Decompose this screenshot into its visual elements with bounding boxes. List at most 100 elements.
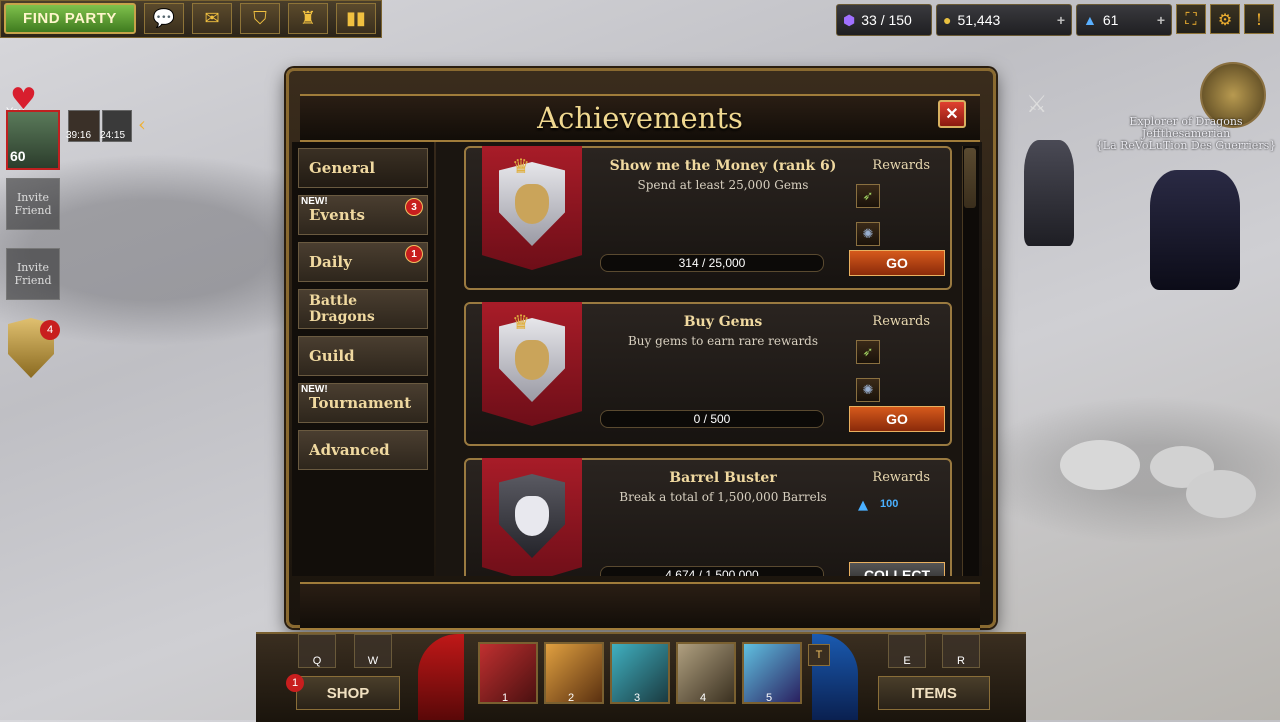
collect-button[interactable]: COLLECT (849, 562, 945, 576)
add-gold-button[interactable]: + (1057, 12, 1065, 28)
shop-label: SHOP (326, 684, 370, 702)
medallion-reward-icon[interactable]: ✺ (856, 378, 880, 402)
skill-number: 4 (700, 692, 707, 704)
progress-text: 4,674 / 1,500,000 (665, 568, 759, 576)
collapse-arrow-icon[interactable]: ‹ (138, 112, 146, 136)
horn-reward-icon[interactable]: ➶ (856, 184, 880, 208)
tab-label: Battle Dragons (309, 293, 375, 325)
list-scrollbar[interactable] (962, 146, 979, 576)
hero-icon[interactable]: ♜ (288, 3, 328, 34)
fullscreen-icon[interactable]: ⛶ (1176, 4, 1206, 34)
quickslot-w[interactable]: W (354, 634, 392, 668)
gold-counter: ● 51,443 + (936, 4, 1072, 36)
invite-friend-button[interactable]: Invite Friend (6, 248, 60, 300)
hotkey-label: E (903, 655, 911, 667)
progress-bar: 0 / 500 (600, 410, 824, 428)
npc-character[interactable] (1024, 140, 1074, 246)
shop-badge: 1 (286, 674, 304, 692)
dialog-title: Achievements (537, 101, 743, 135)
crossed-swords-icon[interactable]: ⚔ (1026, 90, 1048, 118)
gem-reward-icon[interactable]: ▲ (852, 494, 874, 516)
rewards-label: Rewards (872, 470, 930, 485)
new-label: NEW! (301, 196, 328, 207)
tab-label: General (309, 159, 376, 177)
guild-icon[interactable]: ⛉ (240, 3, 280, 34)
gold-value: 51,443 (957, 12, 1001, 28)
go-button[interactable]: GO (849, 250, 945, 276)
skill-number: 2 (568, 692, 575, 704)
items-label: ITEMS (911, 684, 957, 702)
skill-slot-3[interactable]: 3 (610, 642, 670, 704)
tab-label: Tournament (309, 394, 412, 412)
find-party-button[interactable]: FIND PARTY (4, 3, 136, 34)
settings-gear-icon[interactable]: ⚙ (1210, 4, 1240, 34)
tab-guild[interactable]: Guild (298, 336, 428, 376)
achievement-title: Barrel Buster (669, 470, 777, 486)
crown-icon: ♛ (512, 154, 530, 178)
achievement-card: ♛ Show me the Money (rank 6) Spend at le… (464, 146, 952, 290)
skill-slot-2[interactable]: 2 (544, 642, 604, 704)
snow-rock (1060, 440, 1140, 490)
tab-label: Guild (309, 347, 355, 365)
mail-icon[interactable]: ✉ (192, 3, 232, 34)
gems-value: 61 (1102, 12, 1119, 28)
shop-button[interactable]: SHOP (296, 676, 400, 710)
skill-slot-4[interactable]: 4 (676, 642, 736, 704)
invite-friend-button[interactable]: Invite Friend (6, 178, 60, 230)
progress-text: 0 / 500 (693, 412, 731, 426)
buff1-timer: 39:16 (66, 130, 92, 141)
progress-bar: 314 / 25,000 (600, 254, 824, 272)
notification-badge: 1 (405, 245, 423, 263)
player-level: 60 (10, 148, 26, 164)
achievement-title: Buy Gems (683, 314, 763, 330)
notification-badge: 3 (405, 198, 423, 216)
hotkey-label: R (957, 655, 965, 667)
rewards-label: Rewards (872, 158, 930, 173)
tab-tournament[interactable]: NEW! Tournament (298, 383, 428, 423)
quickslot-r[interactable]: R (942, 634, 980, 668)
energy-value: 33 / 150 (861, 12, 912, 28)
hotkey-label: Q (312, 655, 322, 667)
leaderboard-icon[interactable]: ▮▮ (336, 3, 376, 34)
alert-icon[interactable]: ! (1244, 4, 1274, 34)
hotkey-label: W (367, 655, 379, 667)
tab-label: Advanced (309, 441, 390, 459)
achievement-list: ♛ Show me the Money (rank 6) Spend at le… (436, 142, 982, 576)
progress-bar: 4,674 / 1,500,000 (600, 566, 824, 576)
tab-general[interactable]: General (298, 148, 428, 188)
lion-emblem (515, 340, 549, 380)
items-button[interactable]: ITEMS (878, 676, 990, 710)
achievement-description: Spend at least 25,000 Gems (637, 178, 809, 192)
tab-battle-dragons[interactable]: Battle Dragons (298, 289, 428, 329)
gem-reward-amount: 100 (880, 498, 899, 510)
gem-icon: ▲ (1083, 12, 1097, 28)
skill-slot-5[interactable]: 5 (742, 642, 802, 704)
skill-number: 1 (502, 692, 509, 704)
chat-icon[interactable]: 💬 (144, 3, 184, 34)
skill-number: 5 (766, 692, 773, 704)
tab-events[interactable]: NEW! Events 3 (298, 195, 428, 235)
add-gems-button[interactable]: + (1157, 12, 1165, 28)
achievement-title: Show me the Money (rank 6) (609, 158, 837, 174)
quickslot-q[interactable]: Q (298, 634, 336, 668)
scrollbar-thumb[interactable] (964, 148, 976, 208)
quickslot-e[interactable]: E (888, 634, 926, 668)
tab-label: Daily (309, 253, 352, 271)
snow-rock (1186, 470, 1256, 518)
close-button[interactable]: ✕ (938, 100, 966, 128)
achievement-description: Buy gems to earn rare rewards (627, 334, 819, 348)
skill-slot-1[interactable]: 1 (478, 642, 538, 704)
guild-badge: 4 (40, 320, 60, 340)
lion-emblem (515, 184, 549, 224)
player-guild: {La ReVoLuTion Des Guerriers} (1095, 139, 1277, 152)
tab-daily[interactable]: Daily 1 (298, 242, 428, 282)
tab-label: Events (309, 206, 365, 224)
tab-advanced[interactable]: Advanced (298, 430, 428, 470)
player-character[interactable] (1150, 170, 1240, 290)
medallion-reward-icon[interactable]: ✺ (856, 222, 880, 246)
swap-skills-icon[interactable]: T (808, 644, 830, 666)
new-label: NEW! (301, 384, 328, 395)
gems-counter: ▲ 61 + (1076, 4, 1172, 36)
go-button[interactable]: GO (849, 406, 945, 432)
horn-reward-icon[interactable]: ➶ (856, 340, 880, 364)
